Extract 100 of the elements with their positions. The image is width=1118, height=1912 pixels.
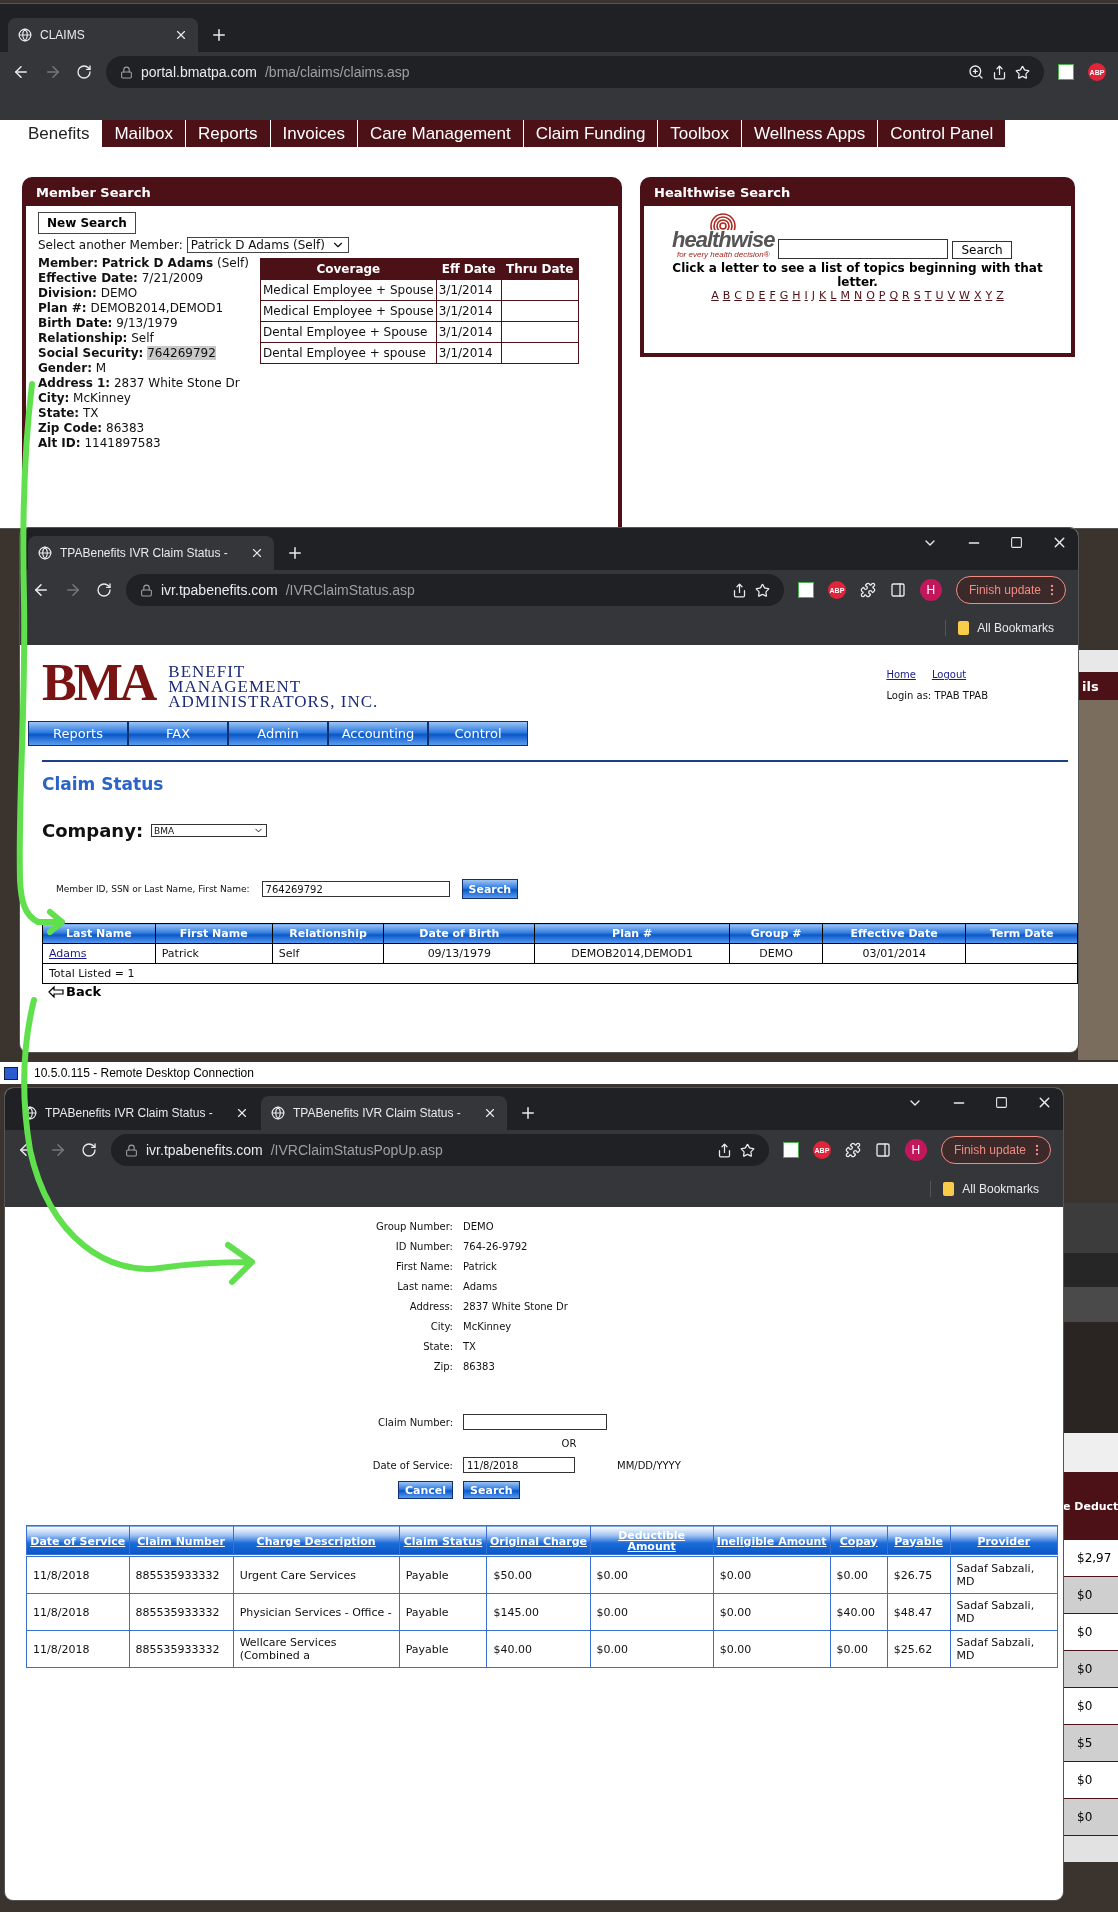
share-icon[interactable]: [992, 64, 1007, 80]
nav-tab[interactable]: Control Panel: [878, 120, 1007, 147]
column-header[interactable]: Copay: [830, 1525, 888, 1556]
letter-link[interactable]: L: [830, 289, 837, 302]
letter-link[interactable]: I: [804, 289, 808, 302]
letter-link[interactable]: M: [840, 289, 850, 302]
maximize-icon[interactable]: [995, 1094, 1008, 1111]
back-icon[interactable]: [32, 581, 50, 599]
browser-tab[interactable]: TPABenefits IVR Claim Status -: [261, 1096, 507, 1130]
bookmarks-folder[interactable]: All Bookmarks: [930, 1180, 1045, 1197]
new-search-button[interactable]: New Search: [38, 212, 136, 234]
member-select[interactable]: Patrick D Adams (Self): [186, 237, 349, 253]
nav-tab[interactable]: Claim Funding: [523, 120, 659, 147]
close-icon[interactable]: [174, 28, 188, 42]
zoom-icon[interactable]: [968, 64, 984, 80]
column-header[interactable]: Date of Service: [26, 1525, 130, 1556]
letter-link[interactable]: W: [959, 289, 970, 302]
letter-link[interactable]: Q: [889, 289, 899, 302]
browser-tab[interactable]: TPABenefits IVR Claim Status -: [13, 1096, 259, 1130]
letter-link[interactable]: S: [913, 289, 921, 302]
star-icon[interactable]: [739, 1142, 755, 1158]
close-icon[interactable]: [483, 1106, 497, 1120]
address-bar[interactable]: portal.bmatpa.com /bma/claims/claims.asp: [106, 56, 1044, 88]
column-header[interactable]: Charge Description: [233, 1525, 400, 1556]
maximize-icon[interactable]: [1010, 534, 1023, 551]
back-link[interactable]: Back: [48, 984, 1078, 999]
letter-link[interactable]: N: [853, 289, 863, 302]
letter-link[interactable]: K: [819, 289, 827, 302]
letter-link[interactable]: V: [947, 289, 956, 302]
date-field[interactable]: 11/8/2018: [463, 1457, 575, 1473]
letter-link[interactable]: J: [811, 289, 816, 302]
letter-link[interactable]: O: [866, 289, 875, 302]
bookmarks-folder[interactable]: All Bookmarks: [945, 619, 1060, 636]
menu-button[interactable]: Reports: [28, 721, 128, 746]
side-panel-icon[interactable]: [889, 582, 906, 598]
nav-tab[interactable]: Care Management: [357, 120, 524, 147]
reload-icon[interactable]: [76, 64, 92, 80]
sheet-extension-icon[interactable]: [797, 582, 814, 598]
letter-link[interactable]: H: [792, 289, 801, 302]
puzzle-icon[interactable]: [859, 582, 876, 598]
forward-icon[interactable]: [49, 1141, 67, 1159]
address-bar[interactable]: ivr.tpabenefits.com /IVRClaimStatusPopUp.asp: [111, 1134, 769, 1166]
search-button[interactable]: Search: [952, 241, 1012, 259]
share-icon[interactable]: [731, 582, 747, 598]
column-header[interactable]: Ineligible Amount: [713, 1525, 830, 1556]
column-header[interactable]: Claim Number: [129, 1525, 234, 1556]
nav-tab[interactable]: Mailbox: [102, 120, 187, 147]
letter-link[interactable]: Z: [996, 289, 1004, 302]
reload-icon[interactable]: [81, 1142, 97, 1158]
menu-button[interactable]: FAX: [128, 721, 228, 746]
nav-tab[interactable]: Reports: [186, 120, 271, 147]
side-panel-icon[interactable]: [874, 1142, 891, 1158]
letter-link[interactable]: C: [734, 289, 742, 302]
company-select[interactable]: BMA: [151, 824, 268, 837]
share-icon[interactable]: [716, 1142, 732, 1158]
letter-link[interactable]: D: [745, 289, 755, 302]
letter-link[interactable]: F: [769, 289, 776, 302]
letter-link[interactable]: G: [779, 289, 789, 302]
header-link[interactable]: Home: [886, 669, 916, 680]
update-button[interactable]: Finish update: [940, 1136, 1051, 1164]
column-header[interactable]: Provider: [950, 1525, 1058, 1556]
header-link[interactable]: Logout: [931, 669, 967, 680]
forward-icon[interactable]: [44, 63, 62, 81]
letter-link[interactable]: T: [924, 289, 932, 302]
nav-tab[interactable]: Wellness Apps: [741, 120, 879, 147]
puzzle-icon[interactable]: [844, 1142, 861, 1158]
claim-number-field[interactable]: [463, 1414, 607, 1430]
browser-tab[interactable]: CLAIMS: [8, 18, 198, 52]
column-header[interactable]: Claim Status: [399, 1525, 487, 1556]
sheet-extension-icon[interactable]: [782, 1142, 799, 1158]
reload-icon[interactable]: [96, 582, 112, 598]
profile-avatar[interactable]: H: [919, 579, 942, 601]
nav-tab[interactable]: Invoices: [270, 120, 358, 147]
close-icon[interactable]: [235, 1106, 249, 1120]
search-button[interactable]: Search: [461, 879, 519, 899]
form-button[interactable]: Cancel: [398, 1481, 454, 1499]
letter-link[interactable]: U: [935, 289, 944, 302]
nav-tab[interactable]: Toolbox: [658, 120, 742, 147]
search-field[interactable]: [778, 239, 949, 259]
letter-link[interactable]: B: [722, 289, 731, 302]
letter-link[interactable]: P: [878, 289, 886, 302]
letter-link[interactable]: A: [711, 289, 719, 302]
letter-link[interactable]: Y: [985, 289, 993, 302]
letter-link[interactable]: R: [902, 289, 910, 302]
star-icon[interactable]: [754, 582, 770, 598]
letter-link[interactable]: X: [973, 289, 982, 302]
column-header[interactable]: Original Charge: [486, 1525, 590, 1556]
letter-link[interactable]: E: [758, 289, 766, 302]
update-button[interactable]: Finish update: [955, 576, 1066, 604]
close-icon[interactable]: [250, 546, 264, 560]
column-header[interactable]: Deductible Amount: [590, 1525, 714, 1556]
menu-button[interactable]: Admin: [228, 721, 328, 746]
profile-avatar[interactable]: H: [904, 1139, 927, 1161]
address-bar[interactable]: ivr.tpabenefits.com /IVRClaimStatus.asp: [126, 574, 784, 606]
column-header[interactable]: Payable: [887, 1525, 950, 1556]
forward-icon[interactable]: [64, 581, 82, 599]
menu-button[interactable]: Control: [428, 721, 528, 746]
back-icon[interactable]: [12, 63, 30, 81]
menu-button[interactable]: Accounting: [328, 721, 428, 746]
member-id-field[interactable]: 764269792: [261, 881, 450, 897]
